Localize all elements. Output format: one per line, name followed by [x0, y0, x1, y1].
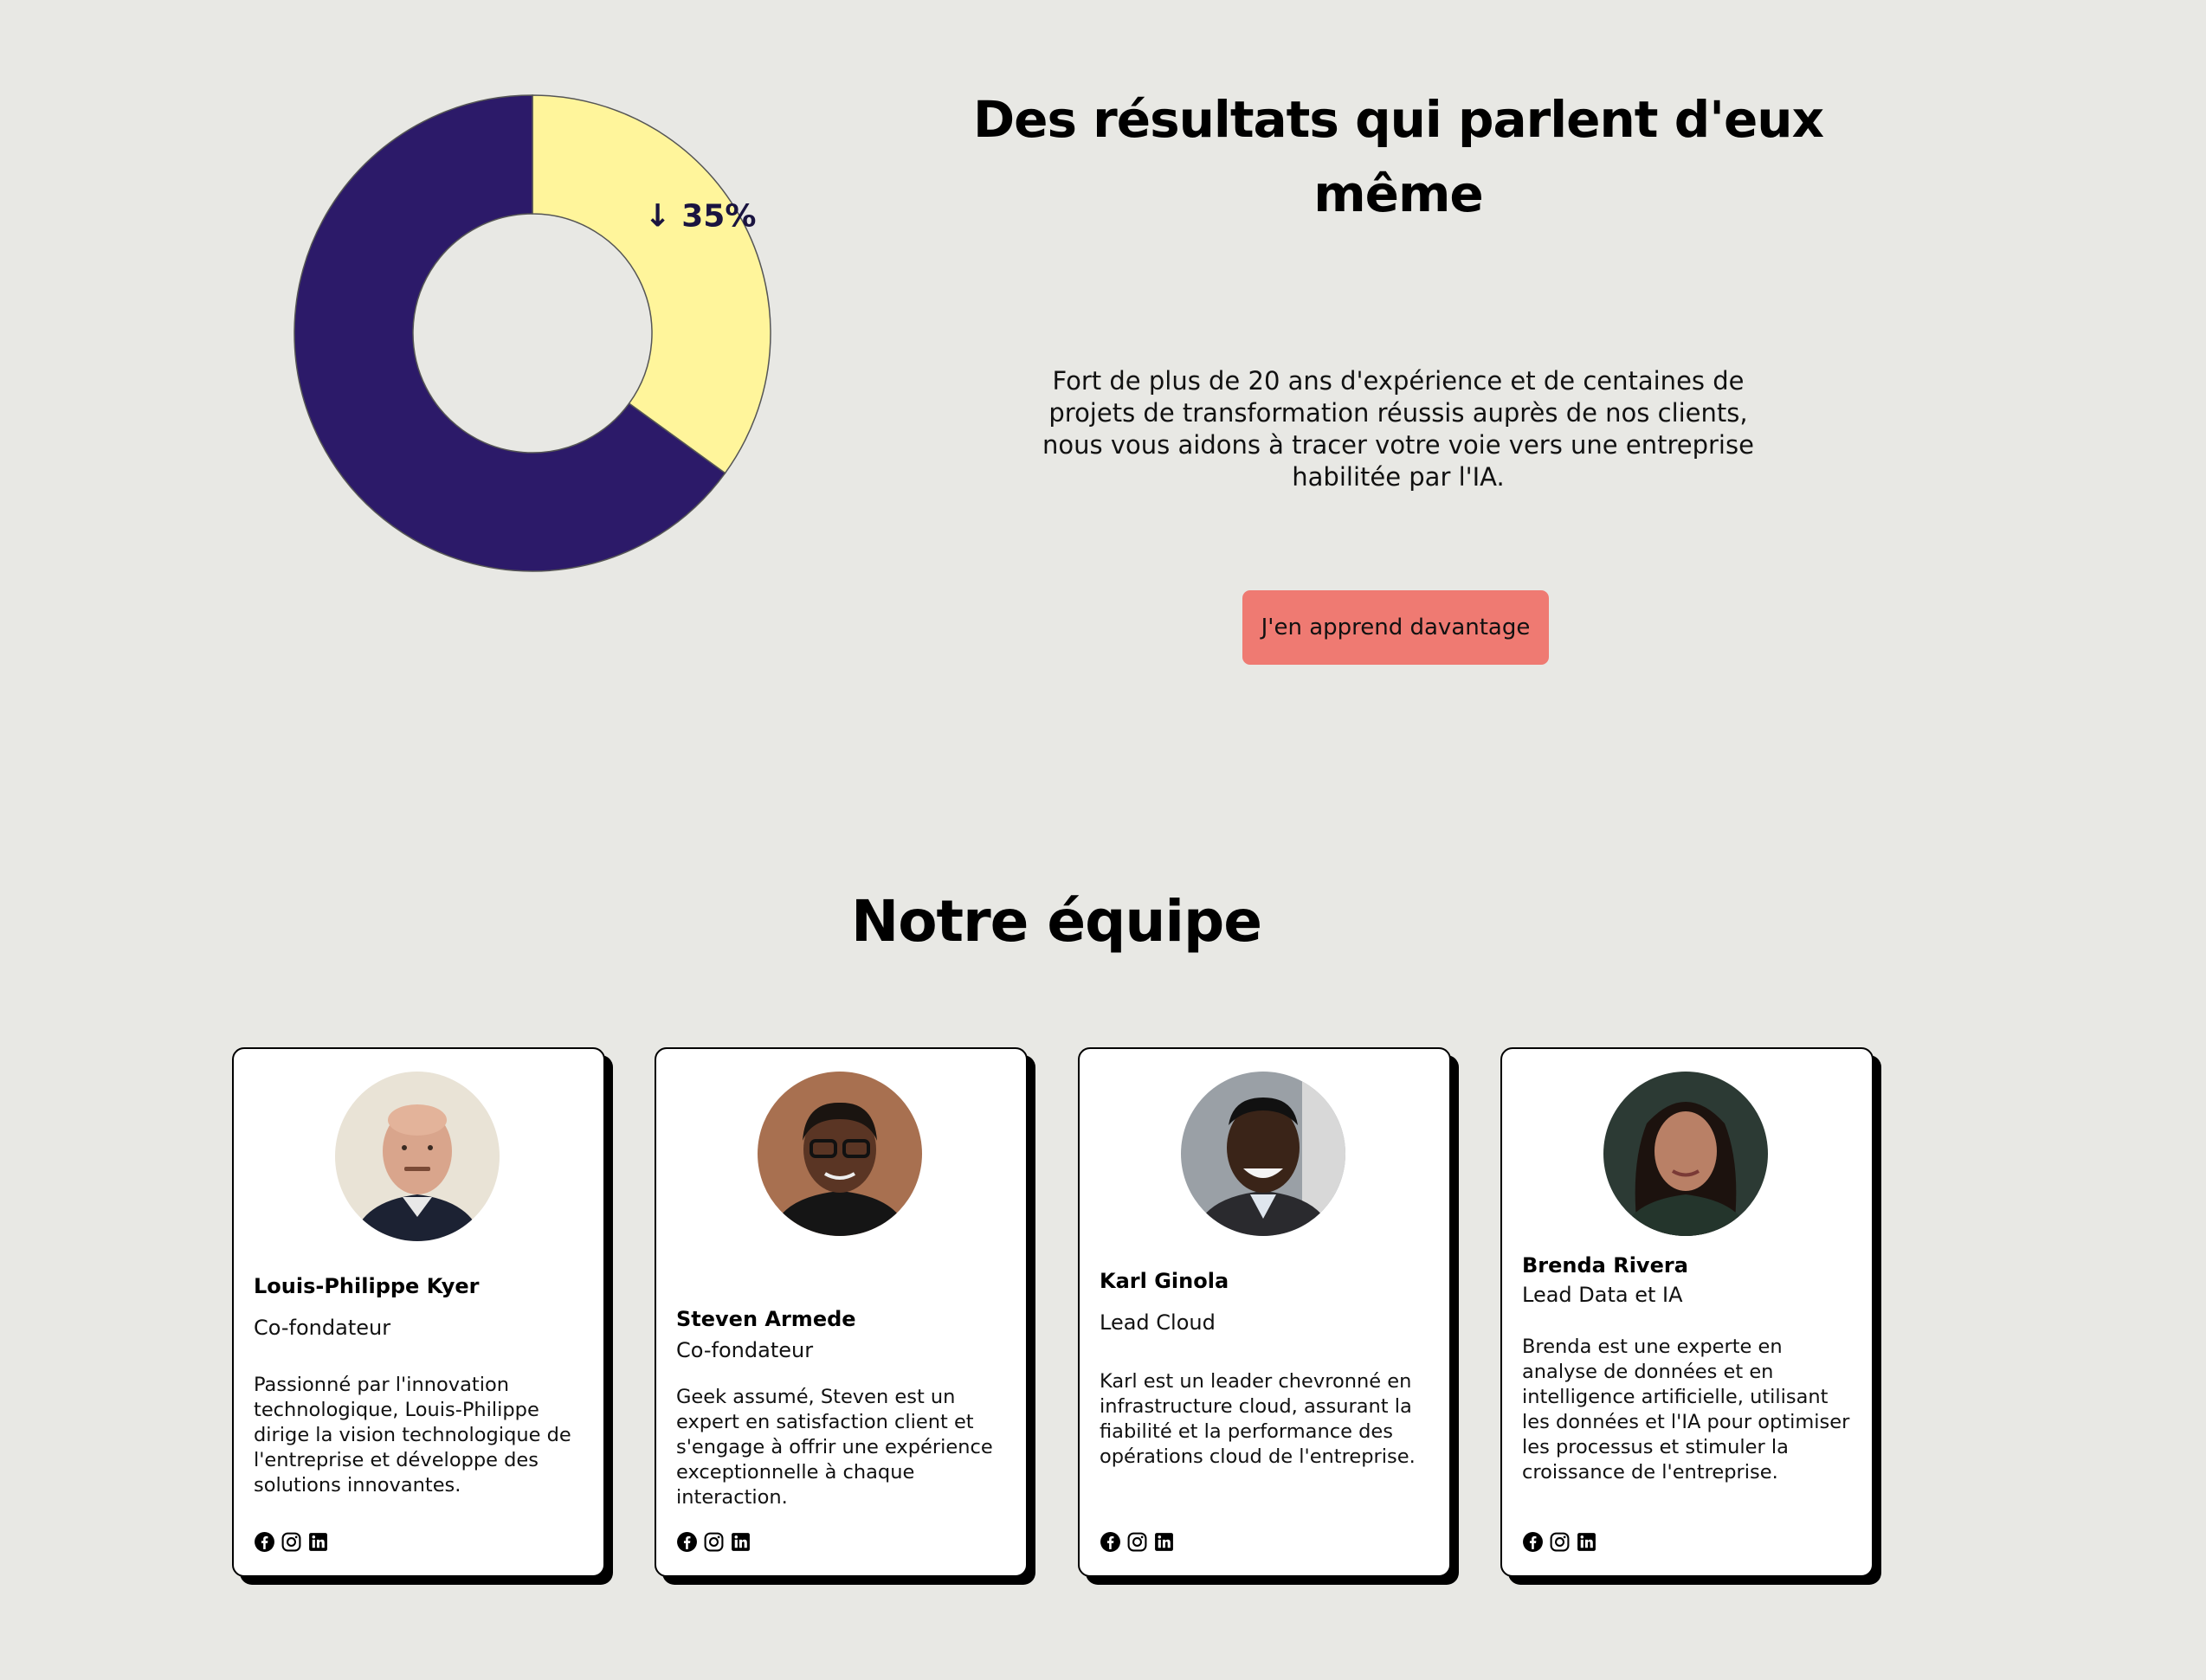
donut-chart-svg: ↓ 35% — [293, 94, 771, 572]
member-bio: Geek assumé, Steven est un expert en sat… — [676, 1386, 993, 1509]
results-description: Fort de plus de 20 ans d'expérience et d… — [1042, 366, 1754, 492]
member-bio: Brenda est une experte en analyse de don… — [1522, 1336, 1850, 1484]
social-links — [254, 1531, 329, 1553]
linkedin-icon[interactable] — [730, 1531, 751, 1553]
social-links — [1100, 1531, 1175, 1553]
team-card-louis-philippe: Louis-Philippe Kyer Co-fondateur Passion… — [232, 1047, 605, 1577]
facebook-icon[interactable] — [676, 1531, 698, 1553]
facebook-icon[interactable] — [254, 1531, 275, 1553]
avatar — [758, 1072, 922, 1236]
team-card-steven: Steven Armede Co-fondateur Geek assumé, … — [655, 1047, 1028, 1577]
avatar — [1603, 1072, 1768, 1236]
member-name: Steven Armede — [676, 1307, 856, 1331]
instagram-icon[interactable] — [281, 1531, 302, 1553]
results-donut-chart: ↓ 35% — [290, 91, 775, 576]
results-title: Des résultats qui parlent d'eux même — [972, 90, 1824, 223]
member-role: Co-fondateur — [676, 1338, 814, 1362]
avatar — [1181, 1072, 1345, 1236]
social-links — [676, 1531, 751, 1553]
team-title: Notre équipe — [850, 888, 1262, 955]
linkedin-icon[interactable] — [307, 1531, 329, 1553]
member-role: Lead Cloud — [1100, 1310, 1216, 1335]
instagram-icon[interactable] — [703, 1531, 725, 1553]
social-links — [1522, 1531, 1597, 1553]
donut-slice-label: ↓ 35% — [645, 198, 757, 234]
linkedin-icon[interactable] — [1153, 1531, 1175, 1553]
member-name: Louis-Philippe Kyer — [254, 1274, 480, 1298]
member-name: Karl Ginola — [1100, 1269, 1229, 1293]
member-role: Co-fondateur — [254, 1316, 391, 1340]
linkedin-icon[interactable] — [1576, 1531, 1597, 1553]
instagram-icon[interactable] — [1549, 1531, 1571, 1553]
member-bio: Passionné par l'innovation technologique… — [254, 1374, 571, 1497]
facebook-icon[interactable] — [1100, 1531, 1121, 1553]
learn-more-button[interactable]: J'en apprend davantage — [1242, 590, 1549, 665]
member-role: Lead Data et IA — [1522, 1283, 1683, 1307]
team-card-brenda: Brenda Rivera Lead Data et IA Brenda est… — [1500, 1047, 1874, 1577]
member-name: Brenda Rivera — [1522, 1253, 1688, 1278]
team-card-karl: Karl Ginola Lead Cloud Karl est un leade… — [1078, 1047, 1451, 1577]
facebook-icon[interactable] — [1522, 1531, 1544, 1553]
instagram-icon[interactable] — [1126, 1531, 1148, 1553]
member-bio: Karl est un leader chevronné en infrastr… — [1100, 1370, 1416, 1468]
avatar — [335, 1072, 500, 1241]
donut-slice-0 — [532, 94, 771, 474]
